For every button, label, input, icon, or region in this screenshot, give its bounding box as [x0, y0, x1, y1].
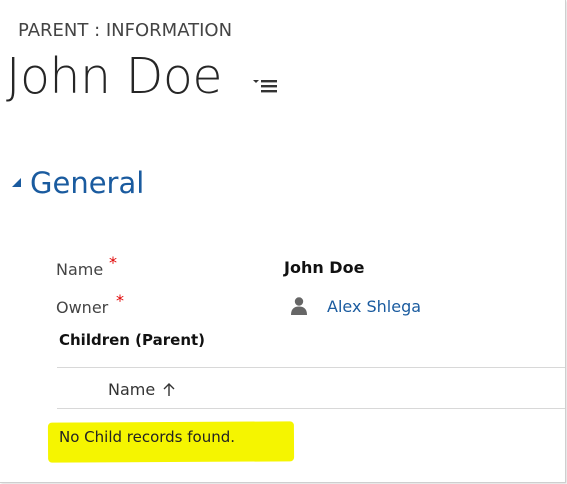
- grid-header-divider: [57, 367, 565, 368]
- name-field-label: Name: [56, 260, 104, 279]
- triangle-icon: [12, 178, 21, 187]
- section-header-general[interactable]: General: [10, 166, 144, 200]
- owner-lookup-link[interactable]: Alex Shlega: [290, 296, 421, 316]
- user-icon: [291, 297, 307, 315]
- form-selector-button[interactable]: [253, 74, 281, 96]
- entity-type-label: PARENT : INFORMATION: [18, 20, 233, 41]
- owner-required-marker: *: [116, 291, 124, 310]
- record-title: John Doe: [6, 48, 222, 105]
- subgrid-title: Children (Parent): [59, 331, 206, 349]
- owner-field-label: Owner: [56, 298, 109, 317]
- column-header-name[interactable]: Name: [108, 380, 175, 399]
- column-header-label: Name: [108, 380, 156, 399]
- section-title: General: [30, 166, 145, 200]
- owner-name[interactable]: Alex Shlega: [327, 297, 421, 316]
- empty-grid-message: No Child records found.: [59, 428, 236, 446]
- arrow-up-icon: [163, 383, 175, 396]
- name-field-value[interactable]: John Doe: [284, 258, 364, 277]
- grid-row-divider: [57, 408, 565, 409]
- name-required-marker: *: [109, 253, 117, 272]
- menu-icon: [253, 80, 277, 93]
